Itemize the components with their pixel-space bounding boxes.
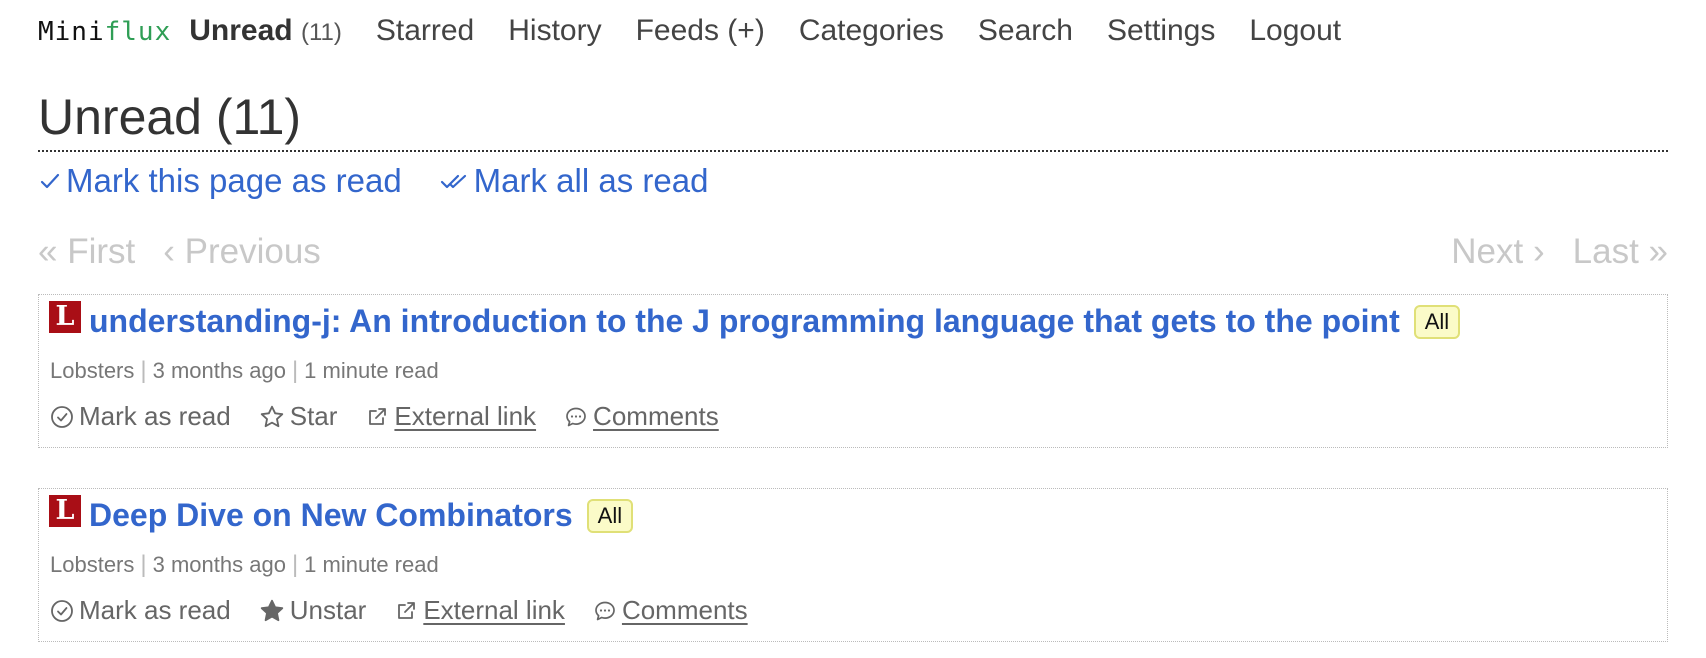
- comments-label: Comments: [621, 595, 748, 625]
- comments-link[interactable]: Comments: [593, 595, 748, 626]
- double-check-icon: [440, 174, 466, 189]
- comment-icon: [595, 601, 615, 620]
- meta-separator: |: [140, 357, 147, 384]
- nav-history[interactable]: History: [508, 14, 601, 48]
- external-link-icon: [369, 407, 387, 425]
- star-outline-icon: [260, 405, 283, 427]
- nav-feeds[interactable]: Feeds (+): [636, 14, 765, 48]
- entry-title-link[interactable]: Deep Dive on New Combinators: [89, 497, 573, 534]
- mark-as-read-label: Mark as read: [79, 595, 231, 625]
- category-badge[interactable]: All: [1413, 304, 1461, 339]
- star-button[interactable]: Star: [259, 401, 338, 432]
- entry-feed-name[interactable]: Lobsters: [50, 358, 134, 384]
- mark-as-read-button[interactable]: Mark as read: [50, 401, 231, 432]
- entry-feed-name[interactable]: Lobsters: [50, 552, 134, 578]
- entry-meta: Lobsters | 3 months ago | 1 minute read: [50, 551, 439, 579]
- nav-unread[interactable]: Unread (11): [189, 14, 342, 48]
- nav-unread-count: (11): [300, 19, 342, 46]
- external-link-label: External link: [394, 401, 537, 431]
- mark-as-read-label: Mark as read: [79, 401, 231, 431]
- comments-label: Comments: [593, 401, 719, 431]
- entry-title-link[interactable]: understanding-j: An introduction to the …: [89, 303, 1400, 340]
- main-nav: Miniflux Unread (11) Starred History Fee…: [38, 14, 1375, 48]
- nav-search[interactable]: Search: [978, 14, 1073, 48]
- entry-meta: Lobsters | 3 months ago | 1 minute read: [50, 357, 439, 385]
- entry-actions: Mark as read Unstar External link Commen…: [50, 595, 776, 626]
- mark-as-read-button[interactable]: Mark as read: [50, 595, 231, 626]
- logo-mini: Mini: [38, 17, 105, 47]
- pagination-last: Last »: [1572, 232, 1668, 271]
- check-circle-icon: [51, 405, 73, 428]
- entry-item: L understanding-j: An introduction to th…: [38, 294, 1668, 448]
- pagination-next: Next ›: [1451, 232, 1545, 271]
- check-icon: [40, 173, 60, 189]
- entry-reading-time: 1 minute read: [304, 358, 439, 383]
- comment-icon: [566, 407, 586, 426]
- unstar-button[interactable]: Unstar: [259, 595, 367, 626]
- nav-logout[interactable]: Logout: [1249, 14, 1341, 48]
- entry-reading-time: 1 minute read: [304, 552, 439, 577]
- feed-favicon-icon: L: [49, 300, 81, 333]
- external-link-label: External link: [423, 595, 565, 625]
- nav-categories[interactable]: Categories: [799, 14, 944, 48]
- logo-flux: flux: [104, 17, 172, 47]
- entry-date: 3 months ago: [152, 358, 286, 383]
- unstar-label: Unstar: [289, 595, 367, 625]
- external-link[interactable]: External link: [394, 595, 565, 626]
- star-label: Star: [289, 401, 338, 431]
- page-actions: Mark this page as read Mark all as read: [38, 162, 746, 200]
- external-link-icon: [398, 601, 416, 619]
- mark-all-read-label: Mark all as read: [473, 162, 709, 199]
- meta-separator: |: [291, 551, 299, 578]
- entry-title-row: L understanding-j: An introduction to th…: [49, 300, 1461, 340]
- logo[interactable]: Miniflux: [38, 17, 171, 47]
- entry-title-row: L Deep Dive on New Combinators All: [49, 494, 634, 534]
- pagination-first: « First: [38, 232, 136, 271]
- nav-settings[interactable]: Settings: [1107, 14, 1215, 48]
- pagination-previous: ‹ Previous: [163, 232, 321, 271]
- page: Miniflux Unread (11) Starred History Fee…: [0, 0, 1706, 658]
- star-filled-icon: [260, 599, 283, 621]
- meta-separator: |: [291, 357, 299, 384]
- title-divider: [38, 150, 1668, 152]
- feed-favicon-icon: L: [49, 494, 81, 527]
- entry-actions: Mark as read Star External link Comments: [50, 401, 747, 432]
- meta-separator: |: [140, 551, 147, 578]
- entry-item: L Deep Dive on New Combinators All Lobst…: [38, 488, 1668, 642]
- entry-date: 3 months ago: [152, 552, 286, 577]
- nav-unread-label: Unread: [189, 14, 293, 47]
- external-link[interactable]: External link: [365, 401, 536, 432]
- page-title: Unread (11): [38, 89, 302, 145]
- mark-page-read-label: Mark this page as read: [66, 162, 402, 199]
- category-badge[interactable]: All: [586, 498, 634, 533]
- mark-page-read-link[interactable]: Mark this page as read: [38, 162, 402, 200]
- mark-all-read-link[interactable]: Mark all as read: [440, 162, 709, 200]
- check-circle-icon: [51, 599, 73, 622]
- comments-link[interactable]: Comments: [564, 401, 719, 432]
- nav-starred[interactable]: Starred: [376, 14, 474, 48]
